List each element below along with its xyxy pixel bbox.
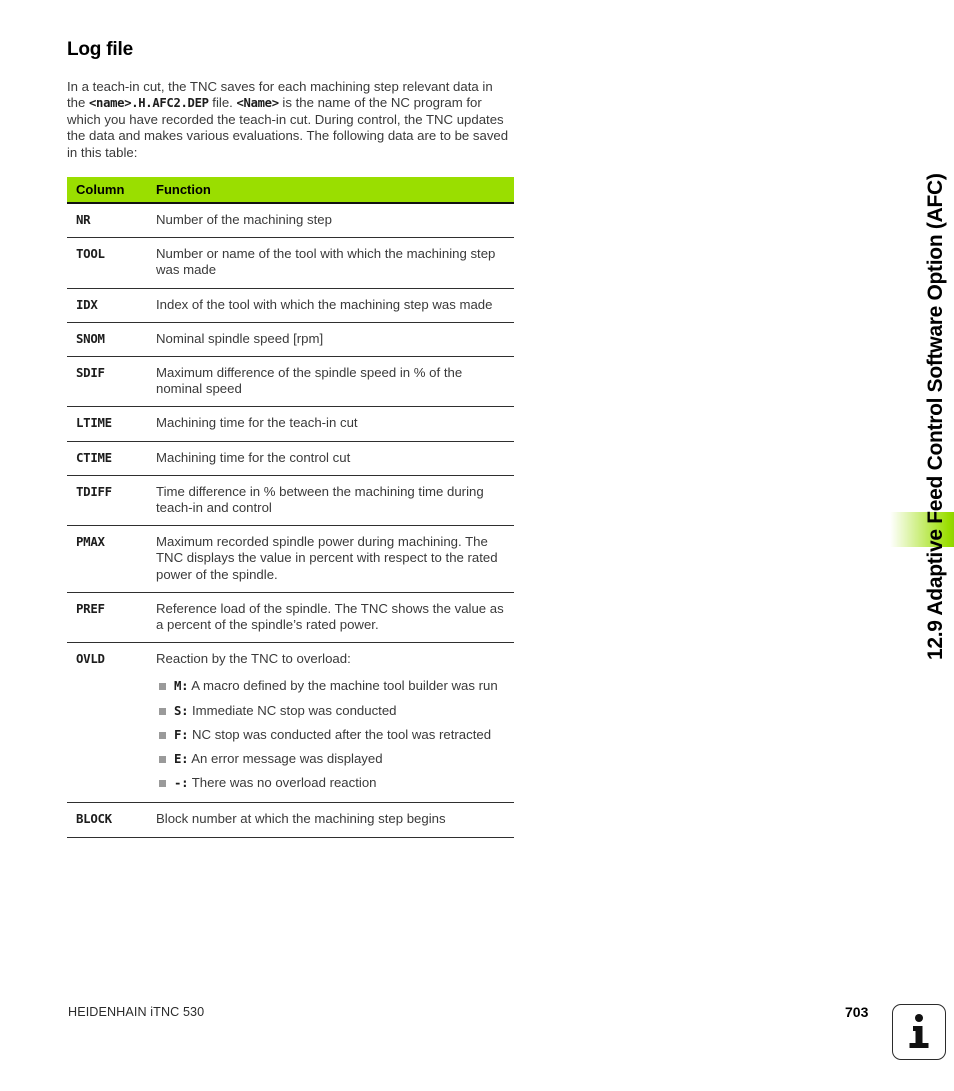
row-key: PMAX [67,525,153,593]
row-function: Machining time for the teach-in cut [153,406,514,442]
square-bullet-icon [159,683,166,691]
table-row: NR Number of the machining step [67,202,514,239]
square-bullet-icon [159,731,166,739]
table-row: PMAX Maximum recorded spindle power duri… [67,525,514,593]
info-icon-base [909,1043,929,1048]
table-row: BLOCK Block number at which the machinin… [67,802,514,838]
ovld-description: There was no overload reaction [188,775,377,791]
footer-product-name: HEIDENHAIN iTNC 530 [68,1005,205,1019]
row-key: TOOL [67,237,153,289]
row-key: CTIME [67,441,153,476]
header-cell-column: Column [67,176,153,204]
row-key: SDIF [67,356,153,408]
square-bullet-icon [159,755,166,763]
page-title: Log file [67,39,133,60]
row-key: PREF [67,592,153,644]
ovld-reaction-list: M: A macro defined by the machine tool b… [156,678,508,791]
info-icon [892,1004,946,1060]
ovld-description: An error message was displayed [188,750,383,766]
info-icon-dot [915,1014,923,1022]
table-body: NR Number of the machining step TOOL Num… [67,202,514,838]
chapter-title: 12.9 Adaptive Feed Control Software Opti… [924,173,947,660]
table-row: PREF Reference load of the spindle. The … [67,592,514,644]
row-function: Number of the machining step [153,202,514,239]
page-number: 703 [845,1004,869,1020]
ovld-code: F: [174,726,189,742]
row-key: OVLD [67,642,153,804]
ovld-description: A macro defined by the machine tool buil… [188,678,498,694]
table-row: CTIME Machining time for the control cut [67,441,514,476]
row-function: Time difference in % between the machini… [153,475,514,527]
log-file-column-table: Column Function NR Number of the machini… [67,176,514,838]
intro-text-part-2: file. [208,95,237,111]
table-row-ovld: OVLD Reaction by the TNC to overload: M:… [67,642,514,804]
row-key: BLOCK [67,802,153,838]
ovld-description: NC stop was conducted after the tool was… [188,726,492,742]
table-row: IDX Index of the tool with which the mac… [67,288,514,323]
row-function: Block number at which the machining step… [153,802,514,838]
table-row: LTIME Machining time for the teach-in cu… [67,406,514,442]
ovld-code: S: [174,702,189,718]
file-name-code: <name>.H.AFC2.DEP [89,96,209,111]
square-bullet-icon [159,780,166,788]
ovld-code: -: [174,775,189,791]
square-bullet-icon [159,707,166,715]
content-column: Log file In a teach-in cut, the TNC save… [67,39,514,838]
row-key: LTIME [67,406,153,442]
table-row: TDIFF Time difference in % between the m… [67,475,514,527]
name-placeholder-code: <Name> [236,96,280,111]
list-item: -: There was no overload reaction [156,775,508,791]
row-key: TDIFF [67,475,153,527]
table-row: SDIF Maximum difference of the spindle s… [67,356,514,408]
table-header: Column Function [67,176,514,204]
header-cell-function: Function [153,176,514,204]
list-item: S: Immediate NC stop was conducted [156,703,508,719]
row-key: SNOM [67,322,153,357]
list-item: M: A macro defined by the machine tool b… [156,678,508,694]
table-row: TOOL Number or name of the tool with whi… [67,237,514,289]
table-row: SNOM Nominal spindle speed [rpm] [67,322,514,357]
row-function: Maximum recorded spindle power during ma… [153,525,514,593]
intro-paragraph: In a teach-in cut, the TNC saves for eac… [67,79,514,161]
row-function: Reference load of the spindle. The TNC s… [153,592,514,644]
list-item: E: An error message was displayed [156,751,508,767]
ovld-code: M: [174,678,189,694]
row-function: Machining time for the control cut [153,441,514,476]
row-function: Index of the tool with which the machini… [153,288,514,323]
row-function: Maximum difference of the spindle speed … [153,356,514,408]
chapter-tab-marker [886,512,954,547]
row-key: NR [67,202,153,239]
row-function: Number or name of the tool with which th… [153,237,514,289]
table-header-row: Column Function [67,176,514,204]
ovld-description: Immediate NC stop was conducted [188,702,397,718]
row-function: Reaction by the TNC to overload: M: A ma… [153,642,514,804]
list-item: F: NC stop was conducted after the tool … [156,727,508,743]
row-function: Nominal spindle speed [rpm] [153,322,514,357]
ovld-code: E: [174,750,189,766]
document-page: Log file In a teach-in cut, the TNC save… [0,0,954,1091]
ovld-intro-text: Reaction by the TNC to overload: [156,651,351,667]
row-key: IDX [67,288,153,323]
